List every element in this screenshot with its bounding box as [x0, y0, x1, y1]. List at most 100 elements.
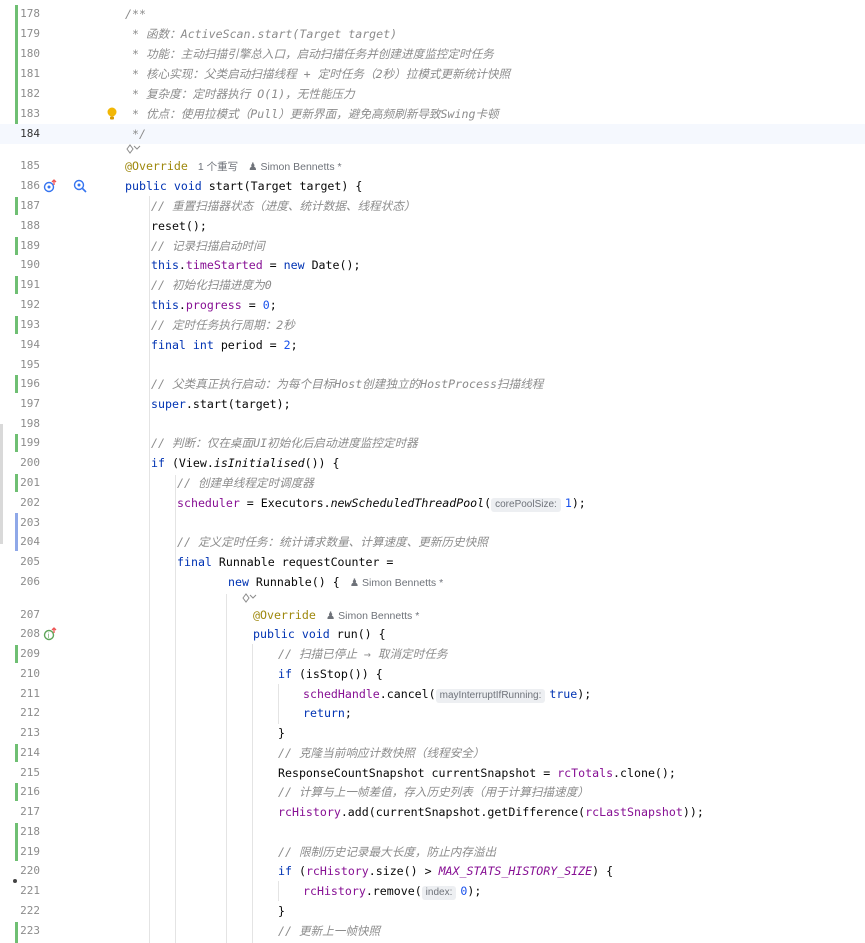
constant: MAX_STATS_HISTORY_SIZE: [438, 864, 593, 878]
ai-assist-icon[interactable]: [124, 141, 146, 157]
keyword: public void: [253, 627, 337, 641]
code-text: // 限制历史记录最大长度，防止内存溢出: [278, 845, 497, 859]
code-line-214: 214 // 克隆当前响应计数快照（线程安全）: [0, 743, 865, 763]
code-line-187: 187 // 重置扫描器状态（进度、统计数据、线程状态）: [0, 196, 865, 216]
code-line-219: 219 // 限制历史记录最大长度，防止内存溢出: [0, 842, 865, 862]
code-text: /**: [125, 7, 146, 21]
line-number: 183: [20, 107, 40, 120]
parameter-hint: mayInterruptIfRunning:: [435, 689, 546, 703]
code-pre: (View.: [171, 456, 214, 470]
code-rest: (isStop()) {: [298, 667, 383, 681]
code-pre: .add(currentSnapshot.getDifference(: [340, 805, 586, 819]
code-line-201: 201 // 创建单线程定时调度器: [0, 473, 865, 493]
usages-link[interactable]: 1 个重写: [198, 161, 238, 173]
line-number: 195: [20, 358, 40, 371]
code-line-185: 185 @Override 1 个重写 ♟ Simon Bennetts *: [0, 156, 865, 176]
code-text: this.progress = 0;: [151, 295, 277, 315]
code-line-188: 188 reset();: [0, 216, 865, 236]
line-number: 180: [20, 47, 40, 60]
code-line-204: 204 // 定义定时任务：统计请求数量、计算速度、更新历史快照: [0, 532, 865, 552]
override-up-icon[interactable]: [42, 178, 58, 194]
code-line-203: 203: [0, 513, 865, 533]
line-number: 193: [20, 318, 40, 331]
author-link[interactable]: Simon Bennetts *: [338, 610, 419, 622]
code-text: // 重置扫描器状态（进度、统计数据、线程状态）: [151, 199, 416, 213]
code-line-198: 198: [0, 414, 865, 434]
code-line-199: 199 // 判断：仅在桌面UI初始化后启动进度监控定时器: [0, 433, 865, 453]
code-text: // 更新上一帧快照: [278, 924, 381, 938]
code-text: public void start(Target target) {: [125, 176, 362, 196]
line-number: 215: [20, 766, 40, 779]
line-number: 202: [20, 496, 40, 509]
code-text: public void run() {: [253, 624, 386, 644]
keyword: new: [283, 258, 305, 272]
code-text: if (View.isInitialised()) {: [151, 453, 340, 473]
code-text: final Runnable requestCounter =: [177, 552, 393, 572]
code-editor[interactable]: 178 /** 179 * 函数：ActiveScan.start(Target…: [0, 0, 865, 943]
svg-text:i: i: [47, 632, 49, 640]
code-text: schedHandle.cancel(mayInterruptIfRunning…: [303, 684, 591, 704]
code-text: // 父类真正执行启动：为每个目标Host创建独立的HostProcess扫描线…: [151, 377, 544, 391]
code-line-202: 202 scheduler = Executors.newScheduledTh…: [0, 493, 865, 513]
line-number: 218: [20, 825, 40, 838]
annotation: @Override: [253, 608, 316, 622]
find-usages-icon[interactable]: [72, 178, 88, 194]
code-line-205: 205 final Runnable requestCounter =: [0, 552, 865, 572]
line-number: 220: [20, 864, 40, 877]
keyword: if: [151, 456, 172, 470]
code-rest: );: [577, 687, 592, 701]
field: rcHistory: [303, 884, 366, 898]
number: 0: [262, 298, 270, 312]
line-number: 185: [20, 159, 40, 172]
code-text: if (rcHistory.size() > MAX_STATS_HISTORY…: [278, 861, 613, 881]
code-line-186: 186 public void start(Target target) {: [0, 176, 865, 196]
code-text: * 功能：主动扫描引擎总入口，启动扫描任务并创建进度监控定时任务: [125, 47, 494, 61]
implement-icon[interactable]: i: [42, 626, 58, 642]
line-number: 200: [20, 456, 40, 469]
code-line-178: 178 /**: [0, 4, 865, 24]
line-number: 178: [20, 7, 40, 20]
ai-assist-icon[interactable]: [240, 590, 262, 606]
code-rest: ));: [682, 805, 704, 819]
code-text: * 复杂度：定时器执行 O(1)，无性能压力: [125, 87, 355, 101]
keyword: public void: [125, 179, 209, 193]
code-line-218: 218: [0, 822, 865, 842]
keyword: if: [278, 864, 299, 878]
code-line-189: 189 // 记录扫描启动时间: [0, 236, 865, 256]
author-icon: ♟: [248, 161, 258, 173]
code-text: this.timeStarted = new Date();: [151, 255, 360, 275]
code-text: }: [278, 726, 285, 740]
code-text: @Override ♟ Simon Bennetts *: [253, 605, 419, 626]
line-number: 217: [20, 805, 40, 818]
line-number: 222: [20, 904, 40, 917]
code-dot: .: [178, 298, 186, 312]
code-line-217: 217 rcHistory.add(currentSnapshot.getDif…: [0, 802, 865, 822]
code-line-220: 220 if (rcHistory.size() > MAX_STATS_HIS…: [0, 861, 865, 881]
line-number: 186: [20, 179, 40, 192]
line-number: 203: [20, 516, 40, 529]
line-number: 216: [20, 785, 40, 798]
author-icon: ♟: [349, 577, 360, 589]
field: rcHistory: [305, 864, 369, 878]
field: scheduler: [177, 496, 240, 510]
code-text: if (isStop()) {: [278, 664, 383, 684]
code-semi: ;: [290, 338, 298, 352]
author-icon: ♟: [325, 610, 336, 622]
code-line-212: 212 return;: [0, 703, 865, 723]
author-link[interactable]: Simon Bennetts *: [260, 161, 341, 173]
line-number: 189: [20, 239, 40, 252]
lightbulb-icon[interactable]: [104, 106, 120, 122]
keyword: final: [177, 555, 219, 569]
code-text: ResponseCountSnapshot currentSnapshot = …: [278, 763, 676, 783]
code-line-194: 194 final int period = 2;: [0, 335, 865, 355]
line-number: 201: [20, 476, 40, 489]
number: 1: [564, 496, 572, 510]
line-number: 219: [20, 845, 40, 858]
author-link[interactable]: Simon Bennetts *: [362, 577, 443, 589]
code-text: final int period = 2;: [151, 335, 298, 355]
line-number: 223: [20, 924, 40, 937]
keyword: true: [549, 687, 578, 701]
code-rest: period =: [220, 338, 284, 352]
code-line-197: 197 super.start(target);: [0, 394, 865, 414]
code-line-179: 179 * 函数：ActiveScan.start(Target target): [0, 24, 865, 44]
